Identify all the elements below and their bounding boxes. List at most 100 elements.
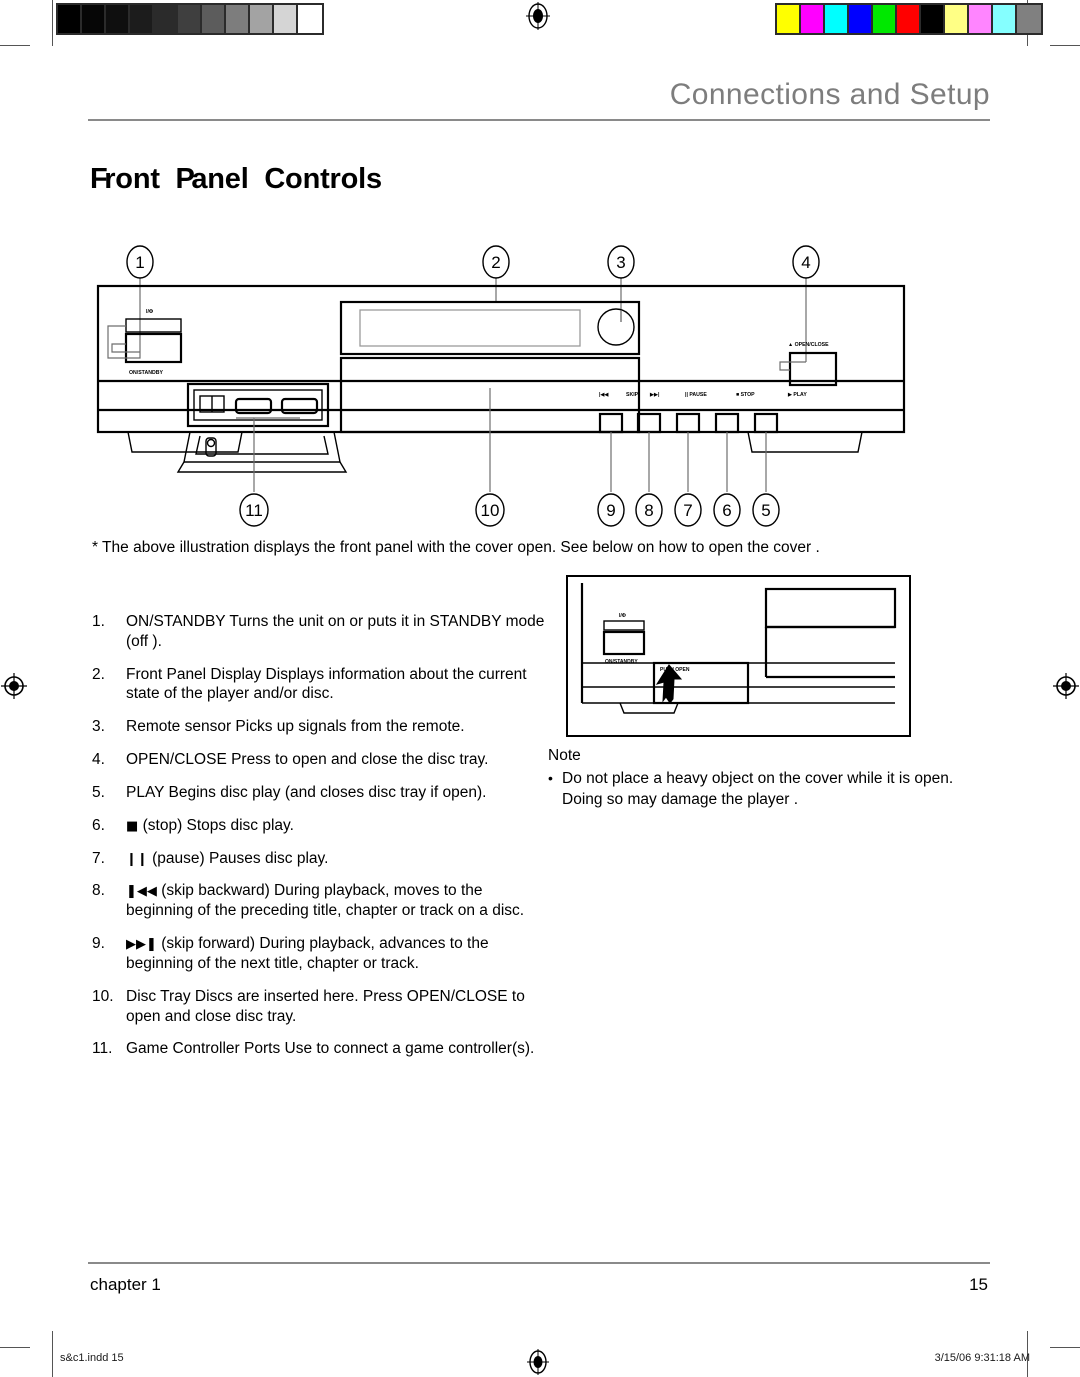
footer-divider: [88, 1262, 990, 1264]
svg-text:I/Φ: I/Φ: [619, 613, 626, 619]
trim-mark-bottom-left: [52, 1331, 53, 1377]
svg-text:11: 11: [245, 501, 263, 520]
trim-mark-top-left: [52, 0, 53, 46]
svg-text:7: 7: [683, 501, 692, 520]
color-swatch-2: [825, 5, 849, 33]
callout-1: 1: [126, 245, 154, 279]
title-part-1: F: [90, 163, 108, 195]
grayscale-calibration-bar: [56, 3, 324, 35]
list-item-number: 3.: [92, 718, 105, 736]
list-item: 3. Remote sensor Picks up signals from t…: [92, 717, 552, 737]
color-calibration-bar: [775, 3, 1043, 35]
callout-4: 4: [792, 245, 820, 279]
list-item: 7. ❙❙ (pause) Pauses disc play.: [92, 849, 552, 869]
list-item: 4. OPEN/CLOSE Press to open and close th…: [92, 750, 552, 770]
page-header: Connections and Setup: [0, 78, 1080, 148]
chapter-heading: Connections and Setup: [669, 78, 990, 111]
note-body: • Do not place a heavy object on the cov…: [548, 769, 968, 811]
title-part-2: ront: [104, 163, 160, 195]
grayscale-swatch-7: [226, 5, 250, 33]
callout-3: 3: [607, 245, 635, 279]
list-item-number: 6.: [92, 816, 105, 834]
color-swatch-5: [897, 5, 921, 33]
list-item-number: 1.: [92, 613, 105, 630]
page-number: 15: [969, 1275, 988, 1294]
list-item-text: ❚◀◀ (skip backward) During playback, mov…: [126, 881, 552, 921]
list-item-number: 4.: [92, 751, 105, 769]
svg-text:▲ OPEN/CLOSE: ▲ OPEN/CLOSE: [788, 342, 829, 348]
grayscale-swatch-2: [106, 5, 130, 33]
figure-caption: * The above illustration displays the fr…: [92, 539, 820, 556]
list-item-text: ▶▶❚ (skip forward) During playback, adva…: [126, 934, 552, 974]
front-panel-diagram: .blk { fill:none; stroke:#000; stroke-wi…: [88, 240, 918, 540]
list-item-number: 7.: [92, 849, 105, 867]
color-swatch-6: [921, 5, 945, 33]
list-item-text: Remote sensor Picks up signals from the …: [126, 718, 465, 736]
registration-mark-top: [524, 2, 552, 30]
color-swatch-4: [873, 5, 897, 33]
color-swatch-9: [993, 5, 1017, 33]
list-item-body: (skip forward) During playback, advances…: [126, 935, 489, 972]
list-item-text: ❙❙ (pause) Pauses disc play.: [126, 849, 552, 869]
registration-mark-left: [0, 672, 28, 700]
grayscale-swatch-6: [202, 5, 226, 33]
power-button-graphic-note: I/Φ ON/STANDBY: [602, 613, 646, 665]
list-item-text: Disc Tray Discs are inserted here. Press…: [126, 987, 525, 1025]
callout-6: 6: [713, 493, 741, 527]
svg-text:3: 3: [616, 253, 625, 272]
list-item-text: OPEN/CLOSE Press to open and close the d…: [126, 751, 489, 769]
list-item-body: (pause) Pauses disc play.: [152, 849, 329, 867]
svg-text:8: 8: [644, 501, 653, 520]
grayscale-swatch-0: [58, 5, 82, 33]
grayscale-swatch-5: [178, 5, 202, 33]
trim-mark-right-lower: [1050, 1347, 1080, 1348]
list-item: 5. PLAY Begins disc play (and closes dis…: [92, 783, 552, 803]
svg-text:I/Φ: I/Φ: [146, 309, 154, 315]
svg-text:ON/STANDBY: ON/STANDBY: [129, 370, 163, 376]
transport-labels: |◀◀ SKIP ▶▶| || PAUSE ■ STOP ▶ PLAY: [599, 392, 807, 398]
list-item-text: Front Panel Display Displays information…: [126, 665, 527, 703]
skip-forward-icon: ▶▶❚: [126, 937, 157, 953]
list-item-body: (skip backward) During playback, moves t…: [126, 882, 525, 920]
title-part-3: P: [175, 163, 195, 195]
callout-2: 2: [482, 245, 510, 279]
list-item: 10. Disc Tray Discs are inserted here. P…: [92, 987, 552, 1027]
title-part-4: anel: [191, 163, 249, 195]
manual-page: Connections and Setup Front Panel Contro…: [0, 0, 1080, 1377]
grayscale-swatch-8: [250, 5, 274, 33]
list-item: 1. ON/STANDBY Turns the unit on or puts …: [92, 612, 552, 652]
svg-text:10: 10: [481, 501, 500, 520]
slug-timestamp: 3/15/06 9:31:18 AM: [934, 1352, 1030, 1364]
list-item-text: Game Controller Ports Use to connect a g…: [126, 1040, 535, 1058]
svg-text:|◀◀: |◀◀: [599, 392, 608, 398]
controls-description-list: 1. ON/STANDBY Turns the unit on or puts …: [92, 612, 552, 1072]
color-swatch-10: [1017, 5, 1041, 33]
svg-text:9: 9: [606, 501, 615, 520]
list-item-number: 10.: [92, 987, 114, 1005]
list-item-number: 11.: [92, 1040, 113, 1058]
grayscale-swatch-9: [274, 5, 298, 33]
list-item-number: 9.: [92, 935, 105, 953]
list-item: 8. ❚◀◀ (skip backward) During playback, …: [92, 881, 552, 921]
callout-8: 8: [635, 493, 663, 527]
trim-mark-left-lower: [0, 1347, 30, 1348]
callout-5: 5: [752, 493, 780, 527]
callout-11: 11: [239, 493, 269, 527]
color-swatch-3: [849, 5, 873, 33]
list-item-body: (stop) Stops disc play.: [142, 816, 294, 834]
page-title: Front Panel Controls: [90, 163, 382, 196]
list-item-text: ON/STANDBY Turns the unit on or puts it …: [126, 613, 545, 650]
svg-text:▶ PLAY: ▶ PLAY: [787, 392, 807, 398]
list-item-text: PLAY Begins disc play (and closes disc t…: [126, 783, 487, 801]
stop-icon: ■: [126, 818, 139, 834]
svg-text:■ STOP: ■ STOP: [736, 392, 755, 398]
skip-backward-icon: ❚◀◀: [126, 884, 157, 900]
open-close-button-graphic: ▲ OPEN/CLOSE: [788, 342, 838, 387]
list-item-number: 5.: [92, 783, 105, 801]
transport-buttons-graphic: [598, 412, 779, 434]
note-heading: Note: [548, 747, 581, 764]
trim-mark-left-upper: [0, 45, 30, 46]
bullet-icon: •: [548, 769, 553, 786]
list-item-number: 2.: [92, 665, 105, 683]
color-swatch-0: [777, 5, 801, 33]
